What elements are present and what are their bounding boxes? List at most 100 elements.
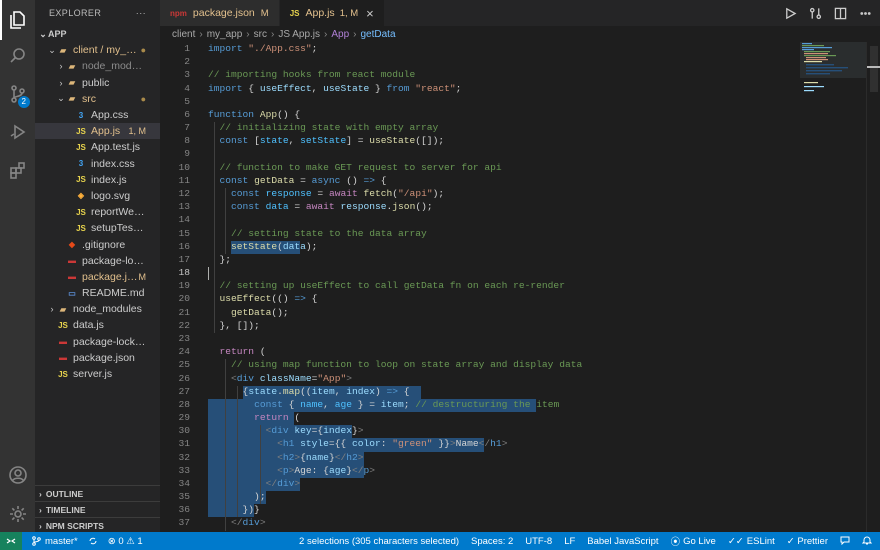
explorer-icon[interactable]	[0, 0, 35, 40]
prettier-status[interactable]: ✓ Prettier	[787, 536, 828, 547]
close-tab-icon[interactable]: ×	[366, 6, 374, 21]
outline-section[interactable]: › OUTLINE	[35, 485, 160, 501]
code-token: item	[380, 398, 404, 410]
feedback-icon[interactable]	[840, 535, 850, 548]
line-number: 29	[178, 412, 190, 424]
vertical-scrollbar[interactable]	[866, 42, 880, 532]
account-icon[interactable]	[0, 455, 35, 495]
tree-file[interactable]: JS data.js	[35, 317, 160, 333]
run-debug-icon[interactable]	[0, 112, 35, 152]
breadcrumb-file[interactable]: JS App.js	[278, 29, 320, 40]
code-token: () {	[277, 108, 301, 120]
problems-indicator[interactable]: ⊗ 0 ⚠ 1	[108, 536, 143, 547]
tree-folder[interactable]: ⌄ ▰ client / my_a... ●	[35, 42, 160, 58]
code-token: // function to make GET request to serve…	[219, 161, 502, 173]
code-token: from	[386, 82, 410, 94]
tree-file[interactable]: ▬ package.js... M	[35, 269, 160, 285]
notifications-bell-icon[interactable]	[861, 535, 873, 548]
tree-folder[interactable]: › ▰ node_modules	[35, 58, 160, 74]
code-token: state	[248, 385, 278, 397]
settings-gear-icon[interactable]	[0, 494, 35, 534]
go-live-button[interactable]: ⦿ Go Live	[671, 534, 716, 549]
breadcrumb-my-app[interactable]: my_app	[207, 29, 243, 40]
extensions-icon[interactable]	[0, 150, 35, 190]
more-actions-icon[interactable]: ···	[136, 8, 146, 18]
tree-item-label: server.js	[73, 368, 113, 381]
code-token: const	[254, 398, 283, 410]
run-icon[interactable]	[784, 7, 797, 20]
git-branch[interactable]: master*	[32, 536, 78, 547]
breadcrumb: client › my_app › src › JS App.js › App › get…	[160, 26, 880, 42]
tree-item-label: package-lock.json	[73, 335, 146, 348]
code-line: // initializing state with empty array	[208, 122, 439, 133]
encoding-status[interactable]: UTF-8	[525, 536, 552, 547]
breadcrumb-symbol-app[interactable]: App	[331, 29, 349, 40]
code-token: const	[219, 135, 249, 147]
code-token: h1	[282, 438, 295, 450]
vscode-window: 2 EXPLORER ··· ⌄ APP ⌄ ▰ client / my_a... ●…	[0, 0, 880, 550]
search-icon[interactable]	[0, 36, 35, 76]
tree-item-label: logo.svg	[91, 189, 131, 202]
breadcrumb-symbol-getdata[interactable]: getData	[361, 29, 396, 40]
tree-folder[interactable]: › ▰ public	[35, 75, 160, 91]
source-control-icon[interactable]: 2	[0, 74, 35, 114]
timeline-section[interactable]: › TIMELINE	[35, 501, 160, 517]
code-token: );	[208, 491, 266, 503]
compare-changes-icon[interactable]	[809, 7, 822, 20]
code-token: >	[357, 451, 364, 463]
tab-app-js[interactable]: JS App.js 1, M ×	[279, 0, 385, 26]
tree-file[interactable]: ▬ package-lock.json	[35, 334, 160, 350]
code-line: // setting state to the data array	[208, 228, 427, 239]
breadcrumb-client[interactable]: client	[172, 29, 195, 40]
tree-file[interactable]: 3 App.css	[35, 107, 160, 123]
remote-indicator-icon[interactable]	[0, 532, 22, 550]
tree-file[interactable]: ◈ logo.svg	[35, 188, 160, 204]
tree-folder[interactable]: ⌄ ▰ src ●	[35, 91, 160, 107]
npm-scripts-section[interactable]: › NPM SCRIPTS	[35, 517, 160, 532]
tree-file[interactable]: JS server.js	[35, 366, 160, 382]
selection-status[interactable]: 2 selections (305 characters selected)	[299, 536, 459, 547]
tree-file[interactable]: ◆ .gitignore	[35, 236, 160, 252]
tree-file[interactable]: JS setupTests.js	[35, 220, 160, 236]
tree-file[interactable]: 3 index.css	[35, 156, 160, 172]
js-file-icon: JS	[76, 207, 86, 217]
eslint-label: ESLint	[746, 535, 775, 547]
code-line: </div>	[208, 517, 266, 528]
eol-status[interactable]: LF	[564, 536, 575, 547]
tree-file[interactable]: JS reportWebVita...	[35, 204, 160, 220]
tab-package-json[interactable]: npm package.json M	[160, 0, 280, 26]
code-editor[interactable]: 1 import "./App.css"; 2 3 // importing hooks…	[160, 42, 880, 542]
code-line: return (	[208, 412, 300, 423]
sync-icon[interactable]	[88, 536, 98, 546]
code-line: // using map function to loop on state a…	[208, 359, 582, 370]
code-token: ;	[455, 82, 462, 94]
line-number: 14	[178, 214, 190, 226]
line-number: 33	[178, 464, 190, 476]
more-icon[interactable]	[859, 7, 872, 20]
tree-file[interactable]: JS App.test.js	[35, 139, 160, 155]
code-token: }}	[432, 438, 450, 450]
tree-item-label: .gitignore	[82, 238, 126, 251]
tree-file[interactable]: JS App.js 1, M	[35, 123, 160, 140]
code-token: import	[208, 82, 243, 94]
tree-item-label: client / my_a...	[73, 44, 141, 57]
indentation-status[interactable]: Spaces: 2	[471, 536, 513, 547]
breadcrumb-src[interactable]: src	[254, 29, 267, 40]
tree-file[interactable]: JS index.js	[35, 172, 160, 188]
js-file-icon: JS	[58, 369, 68, 379]
tree-folder[interactable]: › ▰ node_modules	[35, 301, 160, 317]
split-editor-icon[interactable]	[834, 7, 847, 20]
tree-file[interactable]: ▬ package.json	[35, 350, 160, 366]
code-token: response	[259, 187, 312, 199]
code-token: >	[369, 464, 376, 476]
eslint-status[interactable]: ✓✓ ESLint	[728, 536, 775, 547]
code-token: state	[259, 135, 289, 147]
tree-file[interactable]: ▬ package-lock.js...	[35, 253, 160, 269]
workspace-root[interactable]: ⌄ APP	[35, 26, 160, 42]
language-mode[interactable]: Babel JavaScript	[587, 536, 658, 547]
md-file-icon: ▭	[68, 288, 76, 298]
tree-file[interactable]: ▭ README.md	[35, 285, 160, 301]
minimap[interactable]	[800, 42, 866, 102]
